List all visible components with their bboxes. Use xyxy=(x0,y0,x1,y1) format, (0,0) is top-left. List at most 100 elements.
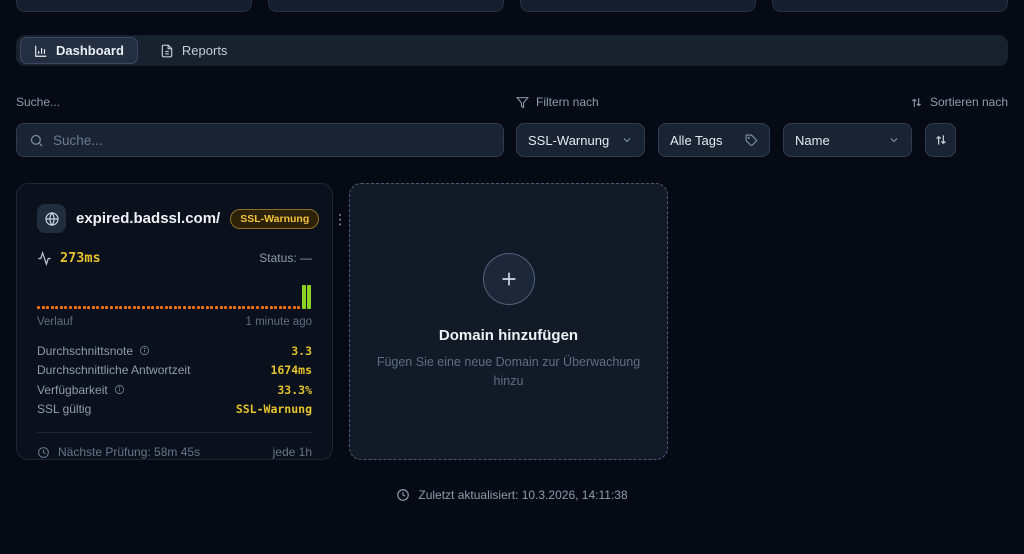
summary-card xyxy=(772,0,1008,12)
domain-grid: expired.badssl.com/ SSL-Warnung ⋮ 273ms … xyxy=(16,183,1008,460)
add-domain-subtitle: Fügen Sie eine neue Domain zur Überwachu… xyxy=(376,355,641,388)
history-dot-warning xyxy=(224,306,228,309)
history-dot-warning xyxy=(132,306,136,309)
status-filter-dropdown[interactable]: SSL-Warnung xyxy=(516,123,645,157)
history-dot-warning xyxy=(169,306,173,309)
history-dot-warning xyxy=(297,306,301,309)
history-dot-warning xyxy=(146,306,150,309)
tab-label: Dashboard xyxy=(56,43,124,58)
history-dot-warning xyxy=(237,306,241,309)
history-dot-warning xyxy=(196,306,200,309)
filter-label-group: Filtern nach xyxy=(516,95,599,109)
history-dot-warning xyxy=(64,306,68,309)
history-dot-warning xyxy=(201,306,205,309)
kebab-menu-icon[interactable]: ⋮ xyxy=(329,210,351,228)
stat-row-average-response: Durchschnittliche Antwortzeit 1674ms xyxy=(37,363,312,378)
domain-title: expired.badssl.com/ xyxy=(76,210,221,227)
history-dot-warning xyxy=(123,306,127,309)
search-label: Suche... xyxy=(16,95,61,109)
history-dot-warning xyxy=(265,306,269,309)
history-dot-warning xyxy=(160,306,164,309)
history-dot-warning xyxy=(55,306,59,309)
history-dot-warning xyxy=(283,306,287,309)
history-dot-warning xyxy=(137,306,141,309)
stats-list: Durchschnittsnote 3.3 Durchschnittliche … xyxy=(37,341,312,419)
top-summary-cards xyxy=(16,0,1008,12)
last-updated: Zuletzt aktualisiert: 10.3.2026, 14:11:3… xyxy=(0,488,1024,502)
plus-icon[interactable] xyxy=(482,253,535,306)
summary-card xyxy=(520,0,756,12)
history-dot-warning xyxy=(96,306,100,309)
sort-label-group: Sortieren nach xyxy=(910,95,1008,109)
search-input[interactable] xyxy=(53,132,491,148)
controls-row: Suche... Filtern nach Sortieren nach xyxy=(16,95,1008,157)
add-domain-title: Domain hinzufügen xyxy=(438,327,579,345)
last-updated-text: Zuletzt aktualisiert: 10.3.2026, 14:11:3… xyxy=(418,488,628,502)
status-filter-value: SSL-Warnung xyxy=(528,132,610,148)
history-dot-warning xyxy=(251,306,255,309)
history-dot-warning xyxy=(205,306,209,309)
history-dot-warning xyxy=(210,306,214,309)
tag-icon xyxy=(745,134,758,147)
history-dot-warning xyxy=(78,306,82,309)
next-check: Nächste Prüfung: 58m 45s xyxy=(37,445,200,459)
info-icon[interactable] xyxy=(139,345,150,356)
history-dot-warning xyxy=(46,306,50,309)
history-dot-warning xyxy=(164,306,168,309)
summary-card xyxy=(16,0,252,12)
info-icon[interactable] xyxy=(114,384,125,395)
activity-icon xyxy=(37,250,52,266)
history-dot-warning xyxy=(119,306,123,309)
history-dot-warning xyxy=(114,306,118,309)
history-dot-warning xyxy=(91,306,95,309)
history-dot-warning xyxy=(82,306,86,309)
history-bars xyxy=(37,285,312,309)
history-dot-warning xyxy=(41,306,45,309)
sort-direction-button[interactable] xyxy=(925,123,956,157)
filter-label: Filtern nach xyxy=(536,95,599,109)
tab-label: Reports xyxy=(181,43,228,58)
history-dot-warning xyxy=(73,306,77,309)
summary-card xyxy=(268,0,504,12)
search-icon xyxy=(29,133,44,148)
history-dot-warning xyxy=(274,306,278,309)
history-dot-warning xyxy=(68,306,72,309)
history-label: Verlauf xyxy=(37,316,73,328)
history-dot-warning xyxy=(100,306,104,309)
history-dot-warning xyxy=(59,306,63,309)
status-text: Status: — xyxy=(259,251,312,265)
tab-bar: Dashboard Reports xyxy=(16,35,1008,66)
funnel-icon xyxy=(516,96,529,109)
history-dot-warning xyxy=(128,306,132,309)
stat-row-ssl-valid: SSL gültig SSL-Warnung xyxy=(37,402,312,417)
history-dot-warning xyxy=(105,306,109,309)
sort-field-value: Name xyxy=(795,132,830,148)
sort-arrows-icon xyxy=(910,96,923,109)
history-dot-warning xyxy=(287,306,291,309)
response-time: 273ms xyxy=(60,250,101,266)
history-dot-warning xyxy=(110,306,113,309)
search-box xyxy=(16,123,504,157)
history-dot-warning xyxy=(214,306,218,309)
history-dot-warning xyxy=(256,306,259,309)
history-bar-ok xyxy=(301,285,306,309)
sort-arrows-icon xyxy=(934,133,948,147)
sort-label: Sortieren nach xyxy=(929,95,1008,109)
check-interval: jede 1h xyxy=(272,445,312,459)
document-icon xyxy=(160,44,174,58)
tab-dashboard[interactable]: Dashboard xyxy=(20,37,138,64)
tags-filter-label: Alle Tags xyxy=(670,132,723,148)
history-dot-warning xyxy=(219,306,223,309)
tab-reports[interactable]: Reports xyxy=(146,37,242,64)
tags-filter-button[interactable]: Alle Tags xyxy=(658,123,770,157)
history-dot-warning xyxy=(192,306,196,309)
chevron-down-icon xyxy=(621,134,633,146)
history-dot-warning xyxy=(187,306,191,309)
history-dot-warning xyxy=(37,306,40,309)
history-dot-warning xyxy=(178,306,182,309)
add-domain-card[interactable]: Domain hinzufügen Fügen Sie eine neue Do… xyxy=(349,183,668,460)
globe-icon xyxy=(37,204,66,233)
history-bar-ok xyxy=(307,285,312,309)
sort-field-dropdown[interactable]: Name xyxy=(783,123,912,157)
stat-row-average-grade: Durchschnittsnote 3.3 xyxy=(37,343,312,358)
